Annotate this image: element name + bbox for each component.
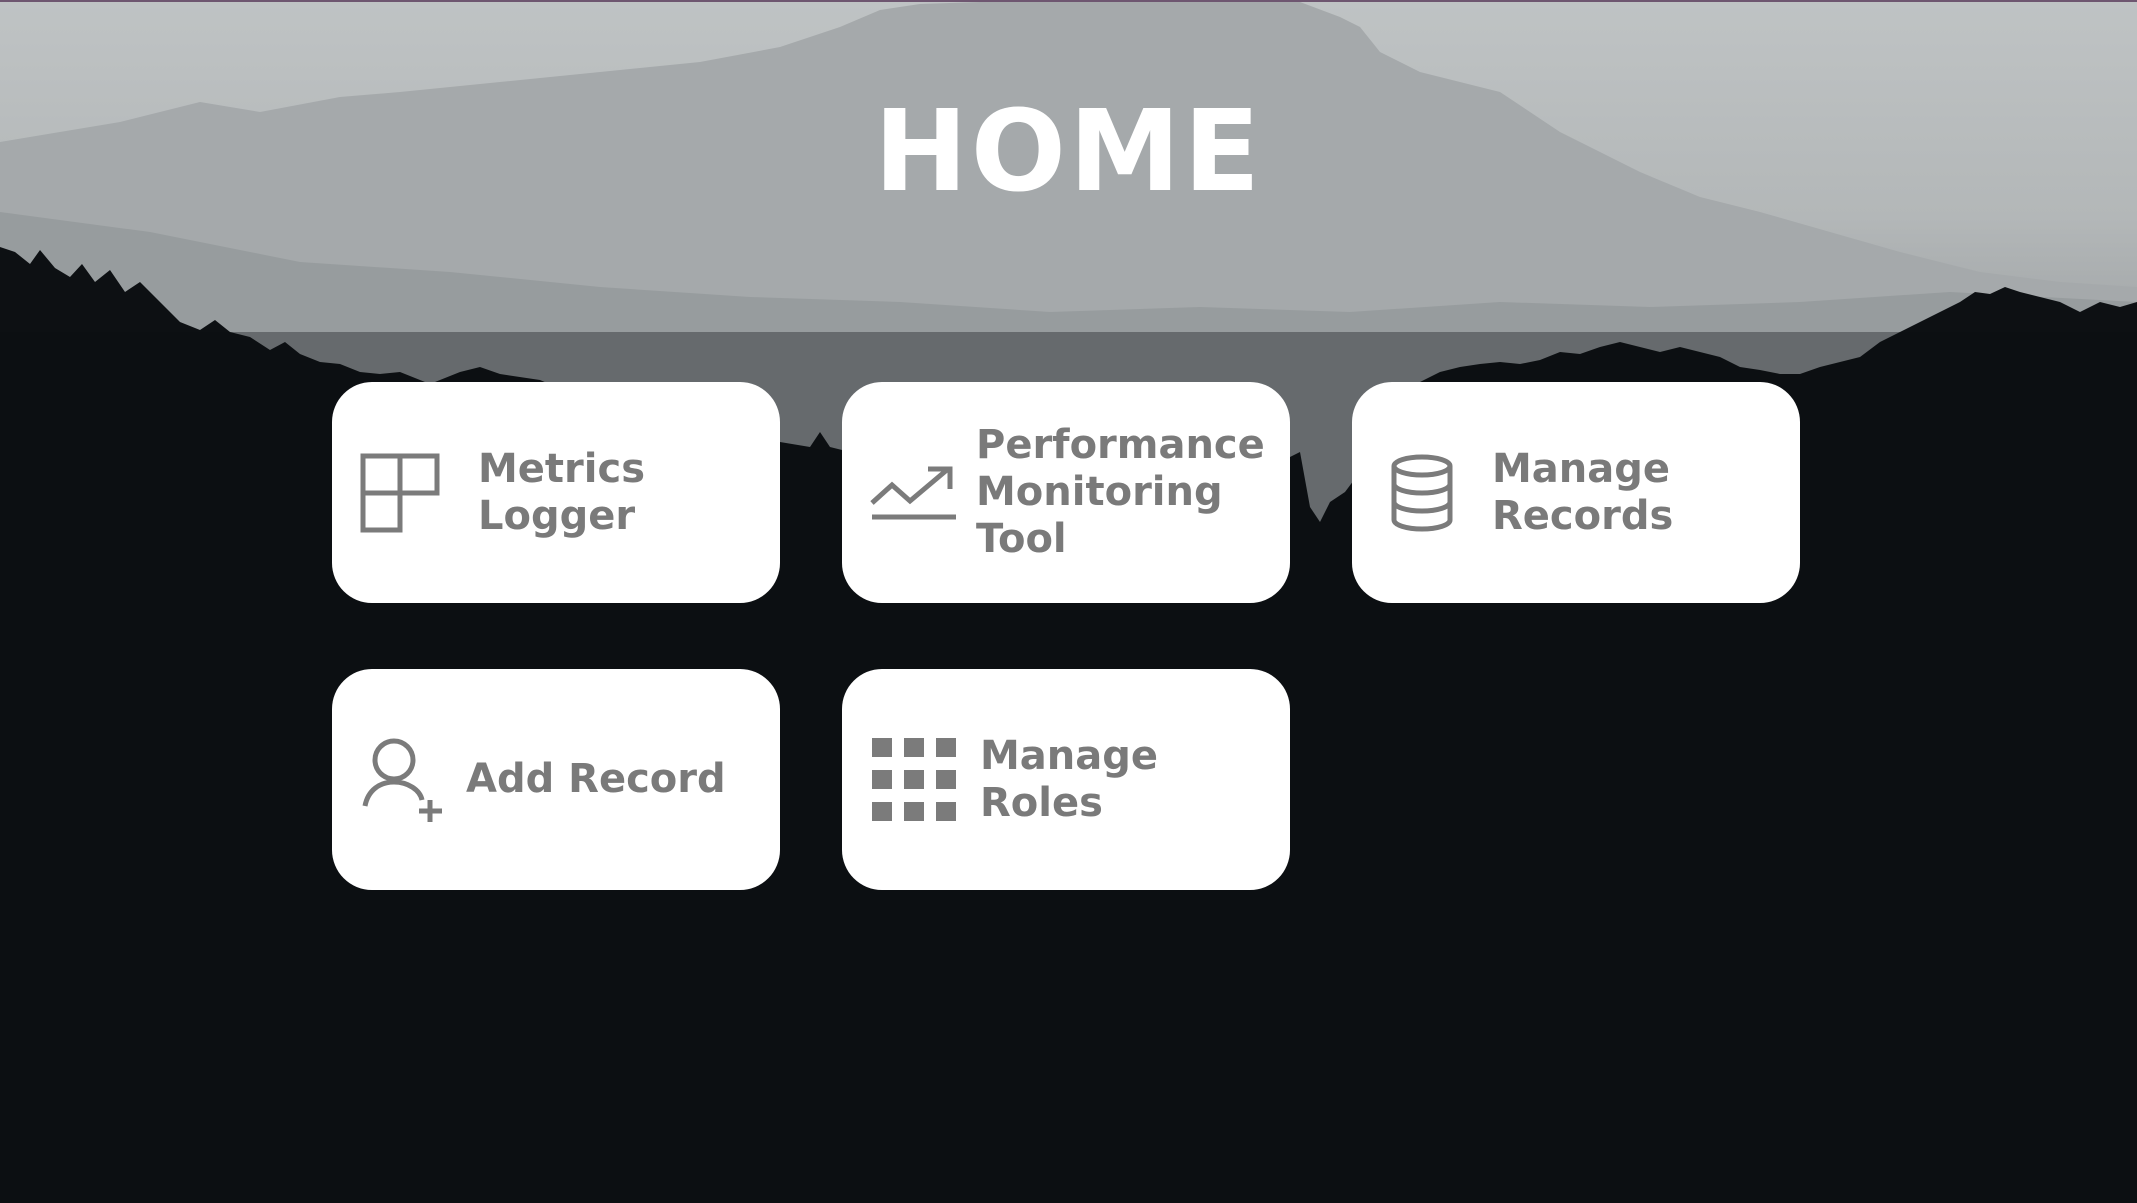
apps-grid-icon xyxy=(872,737,956,822)
performance-monitoring-label-line-1: Performance xyxy=(976,422,1265,468)
add-record-label: Add Record xyxy=(466,756,726,802)
manage-records-tile[interactable]: Manage Records xyxy=(1352,382,1800,603)
manage-records-label: Manage Records xyxy=(1492,446,1673,540)
manage-roles-label: Manage Roles xyxy=(980,732,1159,826)
grid-layout-icon xyxy=(360,453,440,533)
metrics-logger-tile[interactable]: Metrics Logger xyxy=(332,382,780,603)
add-record-tile[interactable]: Add Record xyxy=(332,669,780,890)
manage-records-label-line-1: Manage xyxy=(1492,445,1671,492)
manage-roles-tile[interactable]: Manage Roles xyxy=(842,669,1290,890)
performance-monitoring-tile[interactable]: Performance Monitoring Tool xyxy=(842,382,1290,603)
page-title: HOME xyxy=(874,87,1263,217)
database-icon xyxy=(1390,454,1454,532)
home-screen: HOME Metrics Logger Performance Monitori… xyxy=(0,0,2137,1203)
add-user-icon xyxy=(362,738,446,822)
performance-monitoring-label-line-3: Tool xyxy=(976,516,1067,562)
performance-monitoring-label: Performance Monitoring Tool xyxy=(976,422,1265,563)
trending-up-icon xyxy=(870,463,956,523)
manage-records-label-line-2: Records xyxy=(1492,492,1674,539)
performance-monitoring-label-line-2: Monitoring xyxy=(976,469,1223,515)
metrics-logger-label: Metrics Logger xyxy=(478,445,646,539)
